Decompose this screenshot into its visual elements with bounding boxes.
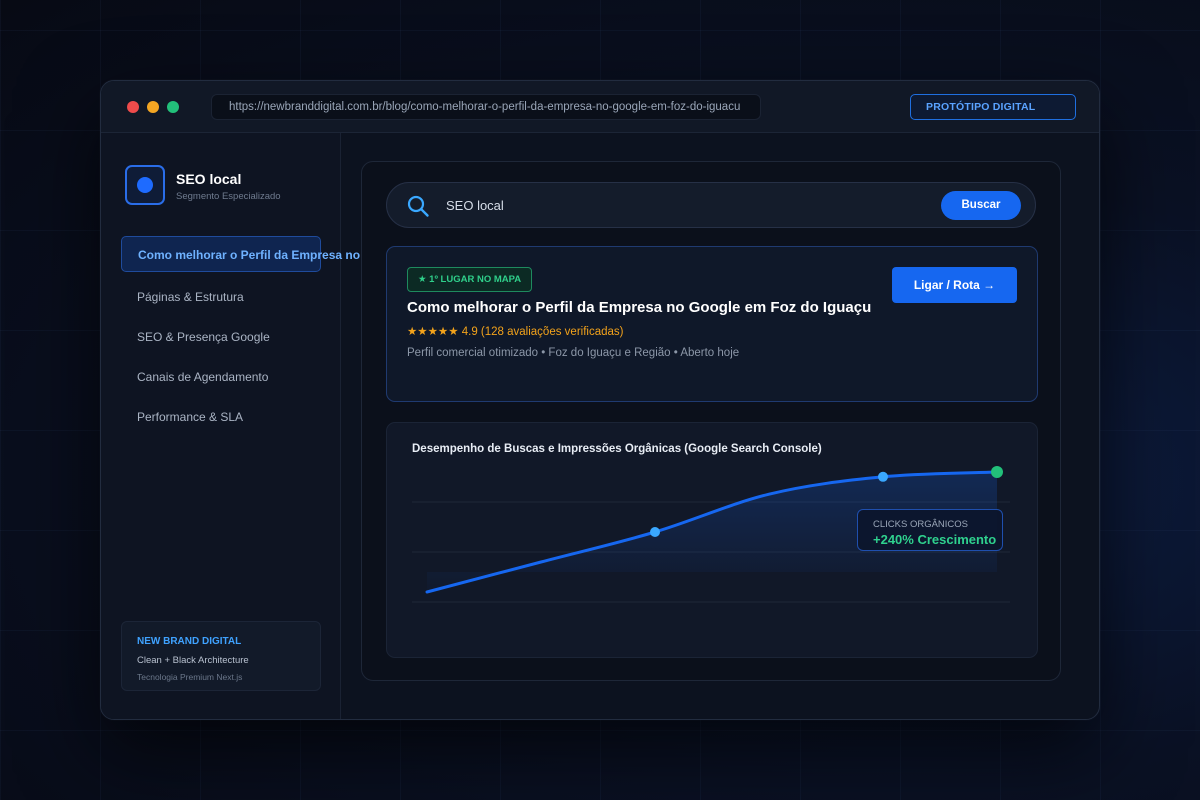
callout-value: +240% Crescimento [873, 532, 997, 547]
browser-window: https://newbranddigital.com.br/blog/como… [100, 80, 1100, 720]
growth-callout: CLICKS ORGÂNICOS +240% Crescimento [857, 509, 1003, 551]
brand-subtitle: Segmento Especializado [176, 191, 281, 202]
result-meta: Perfil comercial otimizado • Foz do Igua… [407, 347, 740, 359]
map-rank-badge: ★ 1º LUGAR NO MAPA [407, 267, 533, 292]
chart-data-point[interactable] [878, 471, 888, 482]
sidebar-item-label: Como melhorar o Perfil da Empresa no Goo… [138, 248, 368, 262]
search-icon [407, 195, 429, 217]
performance-chart-card: Desempenho de Buscas e Impressões Orgâni… [386, 422, 1038, 658]
maximize-window-dot[interactable] [167, 101, 179, 113]
search-button[interactable]: Buscar [941, 191, 1021, 220]
search-bar[interactable]: SEO local Buscar [386, 182, 1036, 228]
sidebar-item-seo-presenca[interactable]: SEO & Presença Google [121, 319, 321, 355]
chart-data-point[interactable] [650, 527, 660, 537]
sidebar-item-paginas[interactable]: Páginas & Estrutura [121, 279, 321, 315]
footer-brand-name: NEW BRAND DIGITAL [137, 636, 242, 647]
sidebar-item-perfil-empresa[interactable]: Como melhorar o Perfil da Empresa no Goo… [121, 236, 368, 272]
main-panel: SEO local Buscar ★ 1º LUGAR NO MAPA Liga… [361, 161, 1061, 681]
sidebar-item-agendamento[interactable]: Canais de Agendamento [121, 359, 321, 395]
prototype-badge: PROTÓTIPO DIGITAL [910, 94, 1076, 120]
sidebar: SEO local Segmento Especializado Como me… [101, 133, 368, 719]
address-bar[interactable]: https://newbranddigital.com.br/blog/como… [211, 94, 761, 120]
minimize-window-dot[interactable] [147, 101, 159, 113]
sidebar-item-performance[interactable]: Performance & SLA [121, 399, 321, 435]
browser-titlebar: https://newbranddigital.com.br/blog/como… [101, 81, 1099, 133]
result-title[interactable]: Como melhorar o Perfil da Empresa no Goo… [407, 299, 871, 316]
close-window-dot[interactable] [127, 101, 139, 113]
callout-label: CLICKS ORGÂNICOS [873, 519, 969, 530]
call-route-button[interactable]: Ligar / Rota → [892, 267, 1017, 303]
footer-tagline: Clean + Black Architecture [137, 655, 249, 666]
sidebar-footer-card: NEW BRAND DIGITAL Clean + Black Architec… [121, 621, 321, 691]
business-result-card[interactable]: ★ 1º LUGAR NO MAPA Ligar / Rota → Como m… [386, 246, 1038, 402]
search-input[interactable]: SEO local [446, 198, 504, 213]
footer-tech: Tecnologia Premium Next.js [137, 672, 243, 682]
result-rating: ★★★★★ 4.9 (128 avaliações verificadas) [407, 326, 624, 338]
brand-logo-icon [125, 165, 165, 205]
chart-end-point[interactable] [991, 466, 1003, 478]
brand-title: SEO local [176, 171, 242, 187]
